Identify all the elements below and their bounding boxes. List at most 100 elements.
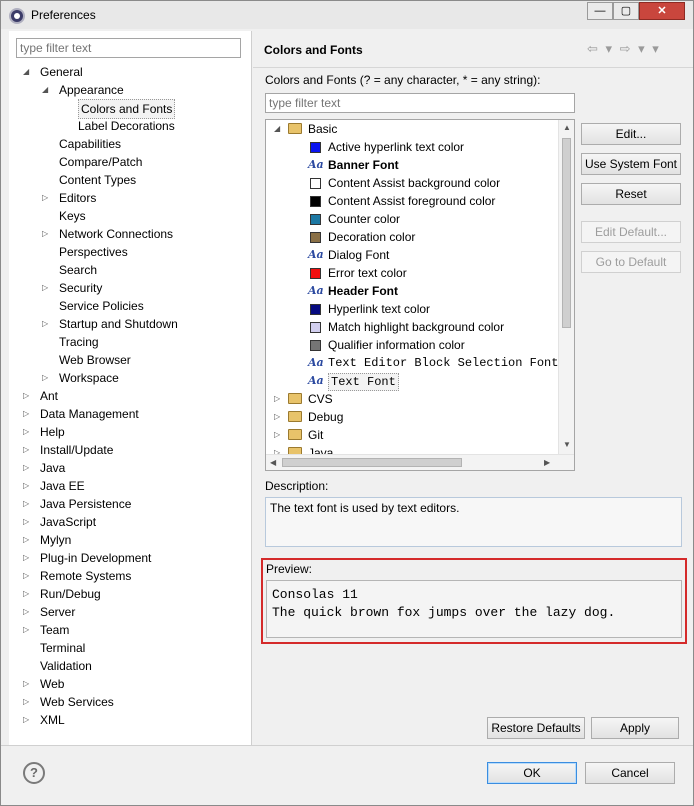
collapsed-arrow-icon[interactable]: ▷	[42, 369, 52, 387]
collapsed-arrow-icon[interactable]: ▷	[23, 531, 33, 549]
tree-item-remote-systems[interactable]: ▷ Remote Systems	[23, 567, 131, 585]
tree-item-run-debug[interactable]: ▷ Run/Debug	[23, 585, 101, 603]
close-button[interactable]: ✕	[639, 2, 685, 20]
tree-item-label: Appearance	[59, 83, 124, 97]
tree-item-perspectives[interactable]: Perspectives	[42, 243, 128, 261]
tree-item-service-policies[interactable]: Service Policies	[42, 297, 144, 315]
tree-item-web-browser[interactable]: Web Browser	[42, 351, 131, 369]
reset-button[interactable]: Reset	[581, 183, 681, 205]
use-system-font-button[interactable]: Use System Font	[581, 153, 681, 175]
edit-button[interactable]: Edit...	[581, 123, 681, 145]
scroll-up-icon[interactable]: ▲	[563, 123, 571, 132]
expanded-arrow-icon[interactable]: ◢	[42, 81, 52, 99]
tree-item-compare-patch[interactable]: Compare/Patch	[42, 153, 142, 171]
tree-item-general[interactable]: ◢ General	[23, 63, 83, 81]
vertical-scroll-thumb[interactable]	[562, 138, 571, 328]
collapsed-arrow-icon[interactable]: ▷	[23, 621, 33, 639]
vertical-scrollbar[interactable]: ▲ ▼	[558, 120, 574, 454]
tree-item-security[interactable]: ▷ Security	[42, 279, 102, 297]
preference-filter-input[interactable]	[16, 38, 241, 58]
tree-item-label: Label Decorations	[78, 119, 175, 133]
tree-item-label-decorations[interactable]: Label Decorations	[61, 117, 175, 135]
tree-item-javascript[interactable]: ▷ JavaScript	[23, 513, 96, 531]
horizontal-scrollbar[interactable]: ◀ ▶	[266, 454, 574, 470]
tree-item-terminal[interactable]: Terminal	[23, 639, 85, 657]
collapsed-arrow-icon[interactable]: ▷	[42, 279, 52, 297]
tree-item-ant[interactable]: ▷ Ant	[23, 387, 58, 405]
collapsed-arrow-icon[interactable]: ▷	[23, 513, 33, 531]
scroll-left-icon[interactable]: ◀	[270, 458, 276, 467]
collapsed-arrow-icon[interactable]: ▷	[23, 387, 33, 405]
tree-item-java-ee[interactable]: ▷ Java EE	[23, 477, 85, 495]
tree-item-editors[interactable]: ▷ Editors	[42, 189, 96, 207]
tree-item-workspace[interactable]: ▷ Workspace	[42, 369, 119, 387]
tree-item-plug-in-development[interactable]: ▷ Plug-in Development	[23, 549, 151, 567]
expanded-arrow-icon[interactable]: ◢	[274, 120, 284, 138]
tree-item-server[interactable]: ▷ Server	[23, 603, 75, 621]
maximize-button[interactable]: ▢	[613, 2, 639, 20]
tree-item-keys[interactable]: Keys	[42, 207, 86, 225]
tree-item-java-persistence[interactable]: ▷ Java Persistence	[23, 495, 131, 513]
tree-item-search[interactable]: Search	[42, 261, 97, 279]
cf-item-label: CVS	[308, 392, 333, 406]
collapsed-arrow-icon[interactable]: ▷	[23, 441, 33, 459]
collapsed-arrow-icon[interactable]: ▷	[23, 477, 33, 495]
cf-item-label: Error text color	[328, 266, 407, 280]
tree-item-network-connections[interactable]: ▷ Network Connections	[42, 225, 173, 243]
help-icon[interactable]: ?	[23, 762, 45, 784]
scroll-down-icon[interactable]: ▼	[563, 440, 571, 449]
tree-item-appearance[interactable]: ◢ Appearance	[42, 81, 124, 99]
tree-item-capabilities[interactable]: Capabilities	[42, 135, 121, 153]
minimize-button[interactable]: —	[587, 2, 613, 20]
tree-item-mylyn[interactable]: ▷ Mylyn	[23, 531, 71, 549]
collapsed-arrow-icon[interactable]: ▷	[274, 426, 284, 444]
go-to-default-button[interactable]: Go to Default	[581, 251, 681, 273]
collapsed-arrow-icon[interactable]: ▷	[23, 603, 33, 621]
collapsed-arrow-icon[interactable]: ▷	[23, 711, 33, 729]
collapsed-arrow-icon[interactable]: ▷	[274, 408, 284, 426]
tree-item-validation[interactable]: Validation	[23, 657, 92, 675]
horizontal-scroll-thumb[interactable]	[282, 458, 462, 467]
tree-item-content-types[interactable]: Content Types	[42, 171, 136, 189]
collapsed-arrow-icon[interactable]: ▷	[23, 567, 33, 585]
cf-item-label: Debug	[308, 410, 344, 424]
scroll-right-icon[interactable]: ▶	[544, 458, 550, 467]
tree-item-data-management[interactable]: ▷ Data Management	[23, 405, 139, 423]
tree-item-web-services[interactable]: ▷ Web Services	[23, 693, 114, 711]
tree-item-help[interactable]: ▷ Help	[23, 423, 65, 441]
collapsed-arrow-icon[interactable]: ▷	[23, 693, 33, 711]
color-swatch-icon	[310, 340, 321, 351]
tree-item-label: Team	[40, 623, 70, 637]
collapsed-arrow-icon[interactable]: ▷	[42, 315, 52, 333]
tree-item-team[interactable]: ▷ Team	[23, 621, 69, 639]
tree-item-tracing[interactable]: Tracing	[42, 333, 99, 351]
expanded-arrow-icon[interactable]: ◢	[23, 63, 33, 81]
colors-fonts-filter-input[interactable]	[265, 93, 575, 113]
cancel-button[interactable]: Cancel	[585, 762, 675, 784]
collapsed-arrow-icon[interactable]: ▷	[23, 675, 33, 693]
edit-default-button[interactable]: Edit Default...	[581, 221, 681, 243]
tree-item-install-update[interactable]: ▷ Install/Update	[23, 441, 113, 459]
tree-item-java[interactable]: ▷ Java	[23, 459, 65, 477]
collapsed-arrow-icon[interactable]: ▷	[42, 225, 52, 243]
apply-button[interactable]: Apply	[591, 717, 679, 739]
folder-icon	[288, 411, 302, 422]
collapsed-arrow-icon[interactable]: ▷	[274, 390, 284, 408]
tree-item-label: Security	[59, 281, 103, 295]
cf-item-label: Hyperlink text color	[328, 302, 431, 316]
collapsed-arrow-icon[interactable]: ▷	[23, 495, 33, 513]
collapsed-arrow-icon[interactable]: ▷	[23, 549, 33, 567]
ok-button[interactable]: OK	[487, 762, 577, 784]
tree-item-web[interactable]: ▷ Web	[23, 675, 64, 693]
collapsed-arrow-icon[interactable]: ▷	[23, 405, 33, 423]
tree-item-colors-and-fonts[interactable]: Colors and Fonts	[61, 99, 176, 119]
restore-defaults-button[interactable]: Restore Defaults	[487, 717, 585, 739]
collapsed-arrow-icon[interactable]: ▷	[23, 585, 33, 603]
tree-item-startup-and-shutdown[interactable]: ▷ Startup and Shutdown	[42, 315, 178, 333]
tree-item-xml[interactable]: ▷ XML	[23, 711, 65, 729]
collapsed-arrow-icon[interactable]: ▷	[42, 189, 52, 207]
collapsed-arrow-icon[interactable]: ▷	[23, 423, 33, 441]
tree-item-label: Mylyn	[40, 533, 72, 547]
collapsed-arrow-icon[interactable]: ▷	[23, 459, 33, 477]
history-nav-arrows[interactable]: ⇦ ▾ ⇨ ▾ ▾	[587, 41, 661, 57]
